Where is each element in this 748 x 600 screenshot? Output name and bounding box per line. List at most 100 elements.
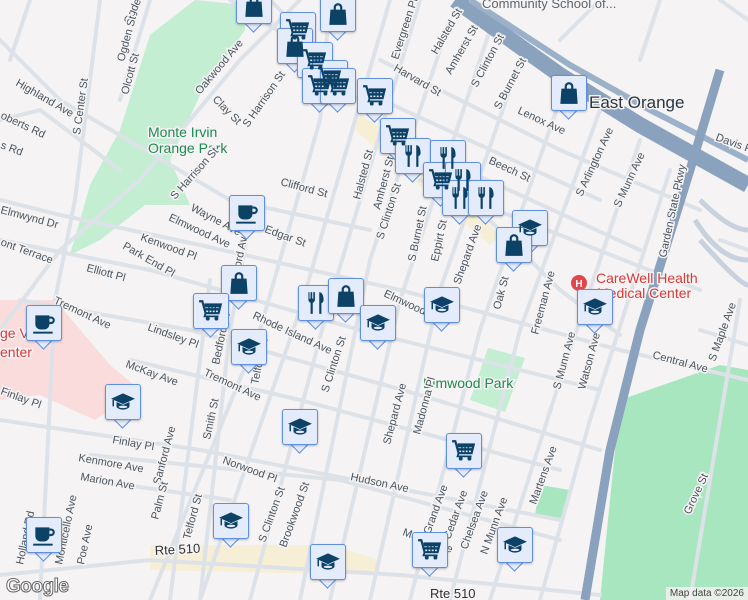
map-label-halsted-st: Halsted St [351,149,376,201]
restaurant-icon [473,185,499,211]
poi-marker-school[interactable] [310,544,346,590]
poi-marker-shopping-bag[interactable] [236,0,272,34]
poi-marker-shopping-bag[interactable] [320,0,356,42]
marker-badge [577,289,613,325]
marker-badge [328,278,364,314]
marker-badge [26,517,62,553]
marker-badge [193,293,229,329]
map-label-s-rd: s Rd [0,140,24,159]
school-icon [502,532,528,558]
marker-badge [26,305,62,341]
poi-marker-shopping-bag[interactable] [328,278,364,324]
cart-icon [451,438,477,464]
marker-badge [446,433,482,469]
map-label-s-burnet-st: S Burnet St [406,205,429,263]
poi-marker-shopping-bag[interactable] [551,75,587,121]
map-label-sanford-ave: Sanford Ave [151,425,178,486]
marker-badge [231,329,267,365]
school-icon [315,549,341,575]
map-label-oak-st: Oak St [491,275,511,311]
map-label-central-ave: Central Ave [651,349,709,375]
poi-marker-cart[interactable] [320,68,356,114]
school-icon [110,389,136,415]
poi-marker-school[interactable] [577,289,613,335]
school-icon [287,414,313,440]
marker-badge [282,409,318,445]
marker-badge [360,305,396,341]
school-icon [429,292,455,318]
restaurant-icon [400,143,426,169]
map-label-rte-510: Rte 510 [430,586,476,600]
map-label-finlay-pl: Finlay Pl [111,434,155,453]
map-label-s-harrison-st: S Harrison St [241,69,288,129]
poi-marker-school[interactable] [497,527,533,573]
map-label-freeman-ave: Freeman Ave [529,270,557,336]
map-label-community-school-of[interactable]: Community School of... [481,0,618,13]
map-label-palm-st: Palm St [149,480,171,520]
map-label-clay-st: Clay St [210,94,244,128]
poi-marker-coffee[interactable] [26,517,62,563]
marker-badge [357,78,393,114]
poi-marker-shopping-bag[interactable] [496,227,532,273]
street [8,0,32,62]
marker-badge [551,75,587,111]
restaurant-icon [447,185,473,211]
google-logo: Google [5,576,69,598]
shopping-bag-icon [556,80,582,106]
map-label-marion-ave: Marion Ave [79,471,135,492]
poi-marker-cart[interactable] [412,532,448,578]
marker-badge [497,527,533,563]
shopping-bag-icon [241,0,267,19]
school-icon [236,334,262,360]
street [718,238,748,252]
poi-marker-coffee[interactable] [229,195,265,241]
map-label-s-munn-ave: S Munn Ave [612,151,648,210]
school-icon [218,508,244,534]
school-icon [365,310,391,336]
marker-badge [105,384,141,420]
cart-icon [417,537,443,563]
map-label-carewell-health[interactable]: CareWell Health [595,269,700,288]
marker-badge [310,544,346,580]
poi-marker-school[interactable] [424,287,460,333]
poi-marker-school[interactable] [360,305,396,351]
map-label-east-orange: East Orange [589,93,684,112]
map-label-s-burnet-st: S Burnet St [492,56,529,111]
shopping-bag-icon [501,232,527,258]
marker-badge [395,138,431,174]
shopping-bag-icon [333,283,359,309]
poi-marker-cart[interactable] [446,433,482,479]
coffee-icon [31,310,57,336]
street [718,0,748,22]
map-label-monte-irvin: Monte Irvin [148,124,217,140]
poi-marker-school[interactable] [105,384,141,430]
poi-marker-restaurant[interactable] [468,180,504,226]
poi-marker-cart[interactable] [193,293,229,339]
marker-badge [320,0,356,32]
poi-marker-school[interactable] [213,503,249,549]
marker-badge [229,195,265,231]
marker-badge [298,285,334,321]
poi-marker-school[interactable] [231,329,267,375]
marker-badge [320,68,356,104]
map-label-rte-510: Rte 510 [154,541,200,558]
map-label-garden-state-pkwy: Garden State Pkwy [657,163,689,259]
shopping-bag-icon [226,270,252,296]
map-attribution[interactable]: Map data ©2026 [665,587,748,600]
poi-marker-coffee[interactable] [26,305,62,351]
cart-icon [325,73,351,99]
marker-badge [496,227,532,263]
coffee-icon [234,200,260,226]
coffee-icon [31,522,57,548]
cart-icon [198,298,224,324]
map-label-ont-terrace: ont Terrace [0,237,55,267]
poi-marker-restaurant[interactable] [298,285,334,331]
map-label-shepard-ave: Shepard Ave [452,223,485,286]
marker-badge [213,503,249,539]
marker-badge [412,532,448,568]
poi-marker-school[interactable] [282,409,318,455]
school-icon [582,294,608,320]
map-label-poe-ave: Poe Ave [75,523,95,565]
marker-badge [221,265,257,301]
marker-badge [236,0,272,24]
